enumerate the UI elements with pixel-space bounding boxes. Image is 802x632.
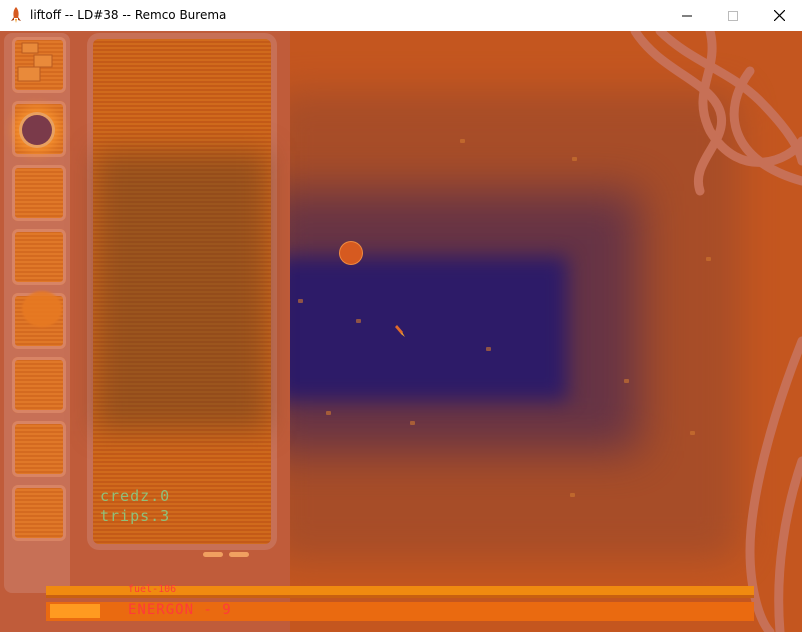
maximize-button[interactable] (710, 0, 756, 31)
inventory-column (4, 33, 70, 593)
crater-core (268, 256, 568, 401)
trips-readout: trips.3 (100, 507, 171, 525)
minimize-icon (682, 15, 692, 16)
window-title: liftoff -- LD#38 -- Remco Burema (30, 8, 227, 22)
minimize-button[interactable] (664, 0, 710, 31)
close-icon (773, 10, 785, 21)
player-rocket-icon (395, 325, 405, 337)
inventory-slot[interactable] (12, 37, 66, 93)
orb-icon (22, 291, 62, 327)
maximize-icon (728, 10, 738, 21)
game-canvas[interactable]: credz.0 trips.3 fuel-106 ENERGON - 9 (0, 31, 802, 632)
debris (460, 139, 465, 143)
debris (624, 379, 629, 383)
title-bar: liftoff -- LD#38 -- Remco Burema (0, 0, 802, 32)
debris (690, 431, 695, 435)
inventory-slot[interactable] (12, 229, 66, 285)
debris (298, 299, 303, 303)
panel-indicators (203, 552, 249, 558)
energon-bar-fill (50, 604, 100, 618)
debris (706, 257, 711, 261)
debris (572, 157, 577, 161)
portal-icon (22, 115, 52, 145)
rocket-icon (11, 7, 21, 23)
inventory-slot[interactable] (12, 357, 66, 413)
fuel-readout: fuel-106 (128, 584, 177, 595)
fuel-bar-shadow (46, 595, 754, 598)
indicator-pip (203, 552, 223, 557)
debris (410, 421, 415, 425)
inventory-slot[interactable] (12, 421, 66, 477)
crates-icon (17, 42, 53, 82)
debris (570, 493, 575, 497)
planet-icon (340, 242, 362, 264)
inventory-slot[interactable] (12, 485, 66, 541)
creds-readout: credz.0 (100, 487, 171, 505)
road-network (630, 31, 802, 632)
debris (356, 319, 361, 323)
energon-readout: ENERGON - 9 (128, 602, 232, 618)
info-panel-shade (96, 151, 268, 431)
inventory-slot[interactable] (12, 165, 66, 221)
close-button[interactable] (756, 0, 802, 31)
debris (486, 347, 491, 351)
debris (326, 411, 331, 415)
indicator-pip (229, 552, 249, 557)
